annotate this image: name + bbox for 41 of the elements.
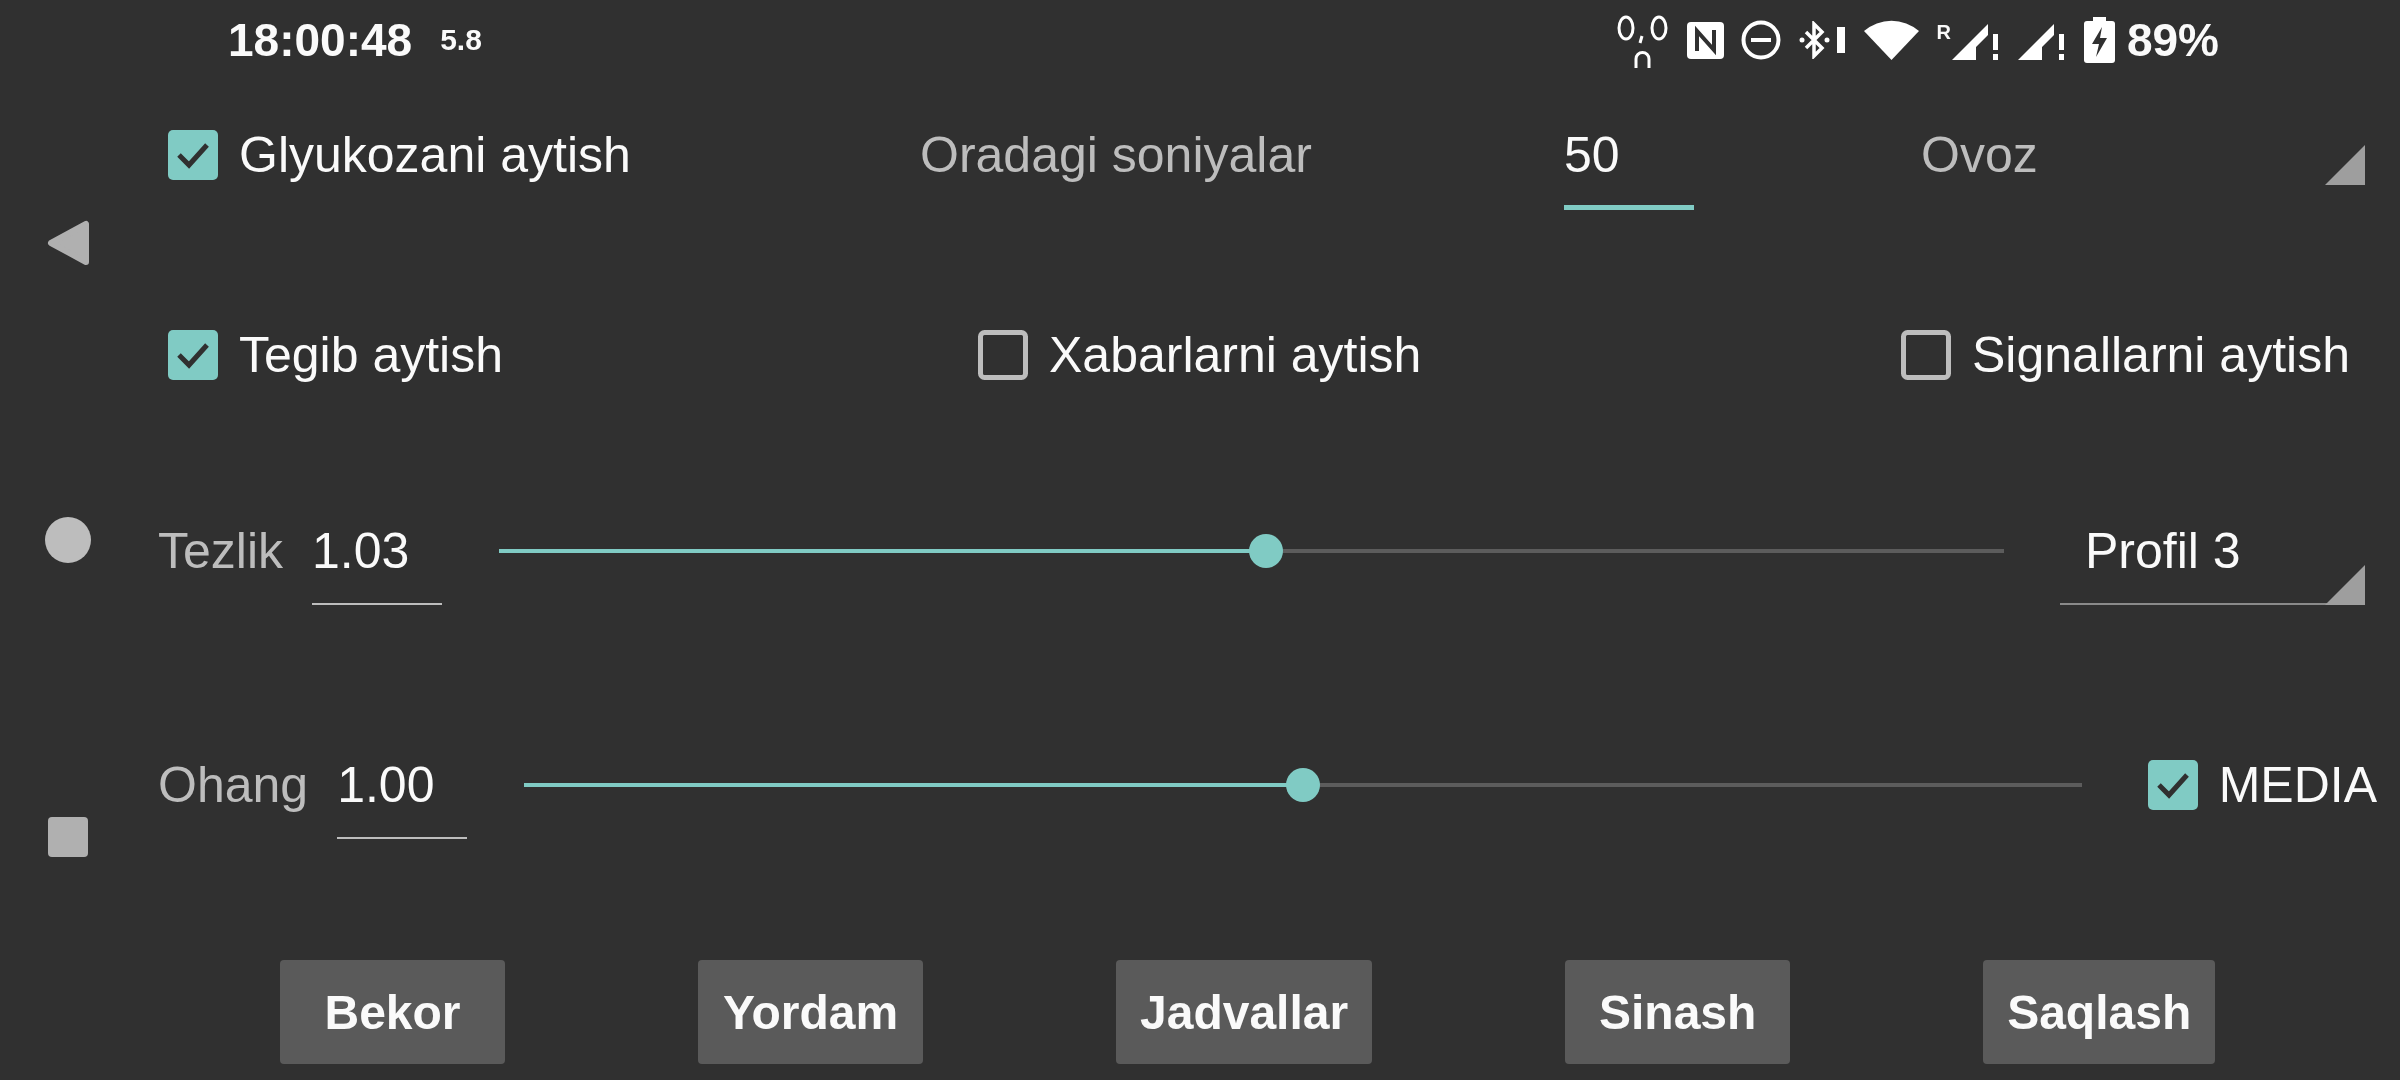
button[interactable]: Jadvallar xyxy=(1116,960,1373,1064)
slider[interactable] xyxy=(499,534,2004,568)
wifi-icon xyxy=(1864,20,1920,60)
square-icon[interactable] xyxy=(47,816,88,857)
roaming-indicator: R xyxy=(1936,22,1951,42)
number-field[interactable]: 1.00 xyxy=(337,755,468,839)
checkbox[interactable] xyxy=(978,330,1028,380)
nfc-icon xyxy=(1687,21,1725,59)
slider[interactable] xyxy=(524,768,2082,802)
field-label: Oradagi soniyalar xyxy=(920,126,1313,185)
slider-thumb[interactable] xyxy=(1285,768,1320,802)
battery-charging-icon xyxy=(2083,17,2115,63)
checkbox-label[interactable]: Xabarlarni aytish xyxy=(1049,325,1422,385)
bluetooth-icon xyxy=(1798,21,1848,59)
checkbox-label[interactable]: Glyukozani aytish xyxy=(239,125,631,185)
dropdown[interactable]: Ovoz xyxy=(1921,125,2365,185)
slider-label: Ohang xyxy=(158,756,309,815)
number-field[interactable]: 1.03 xyxy=(312,521,443,605)
checkbox-label[interactable]: Tegib aytish xyxy=(239,325,504,385)
checkbox[interactable] xyxy=(1901,330,1951,380)
battery-level: 89% xyxy=(2126,17,2219,63)
number-field[interactable]: 50 xyxy=(1564,124,1694,210)
checkbox-label[interactable]: MEDIA xyxy=(2218,755,2377,815)
checkbox-label[interactable]: Signallarni aytish xyxy=(1972,325,2350,385)
button[interactable]: Saqlash xyxy=(1983,960,2216,1064)
network-speed: 5.8 xyxy=(440,25,482,55)
minus-circle-icon xyxy=(1741,20,1782,60)
checkbox[interactable] xyxy=(168,130,218,180)
slider-label: Tezlik xyxy=(158,522,284,581)
circle-icon[interactable] xyxy=(44,516,91,563)
dropdown-triangle-icon xyxy=(2325,565,2365,605)
clock: 18:00:48 xyxy=(228,17,413,63)
checkbox[interactable] xyxy=(2147,760,2198,810)
slider-thumb[interactable] xyxy=(1249,534,1284,568)
button[interactable]: Sinash xyxy=(1565,960,1791,1064)
button[interactable]: Bekor xyxy=(280,960,505,1064)
checkbox[interactable] xyxy=(168,330,218,380)
triangle-icon[interactable] xyxy=(45,219,90,266)
button[interactable]: Yordam xyxy=(698,960,923,1064)
dropdown[interactable]: Profil 3 xyxy=(2060,521,2365,605)
dropdown-triangle-icon xyxy=(2325,145,2365,185)
